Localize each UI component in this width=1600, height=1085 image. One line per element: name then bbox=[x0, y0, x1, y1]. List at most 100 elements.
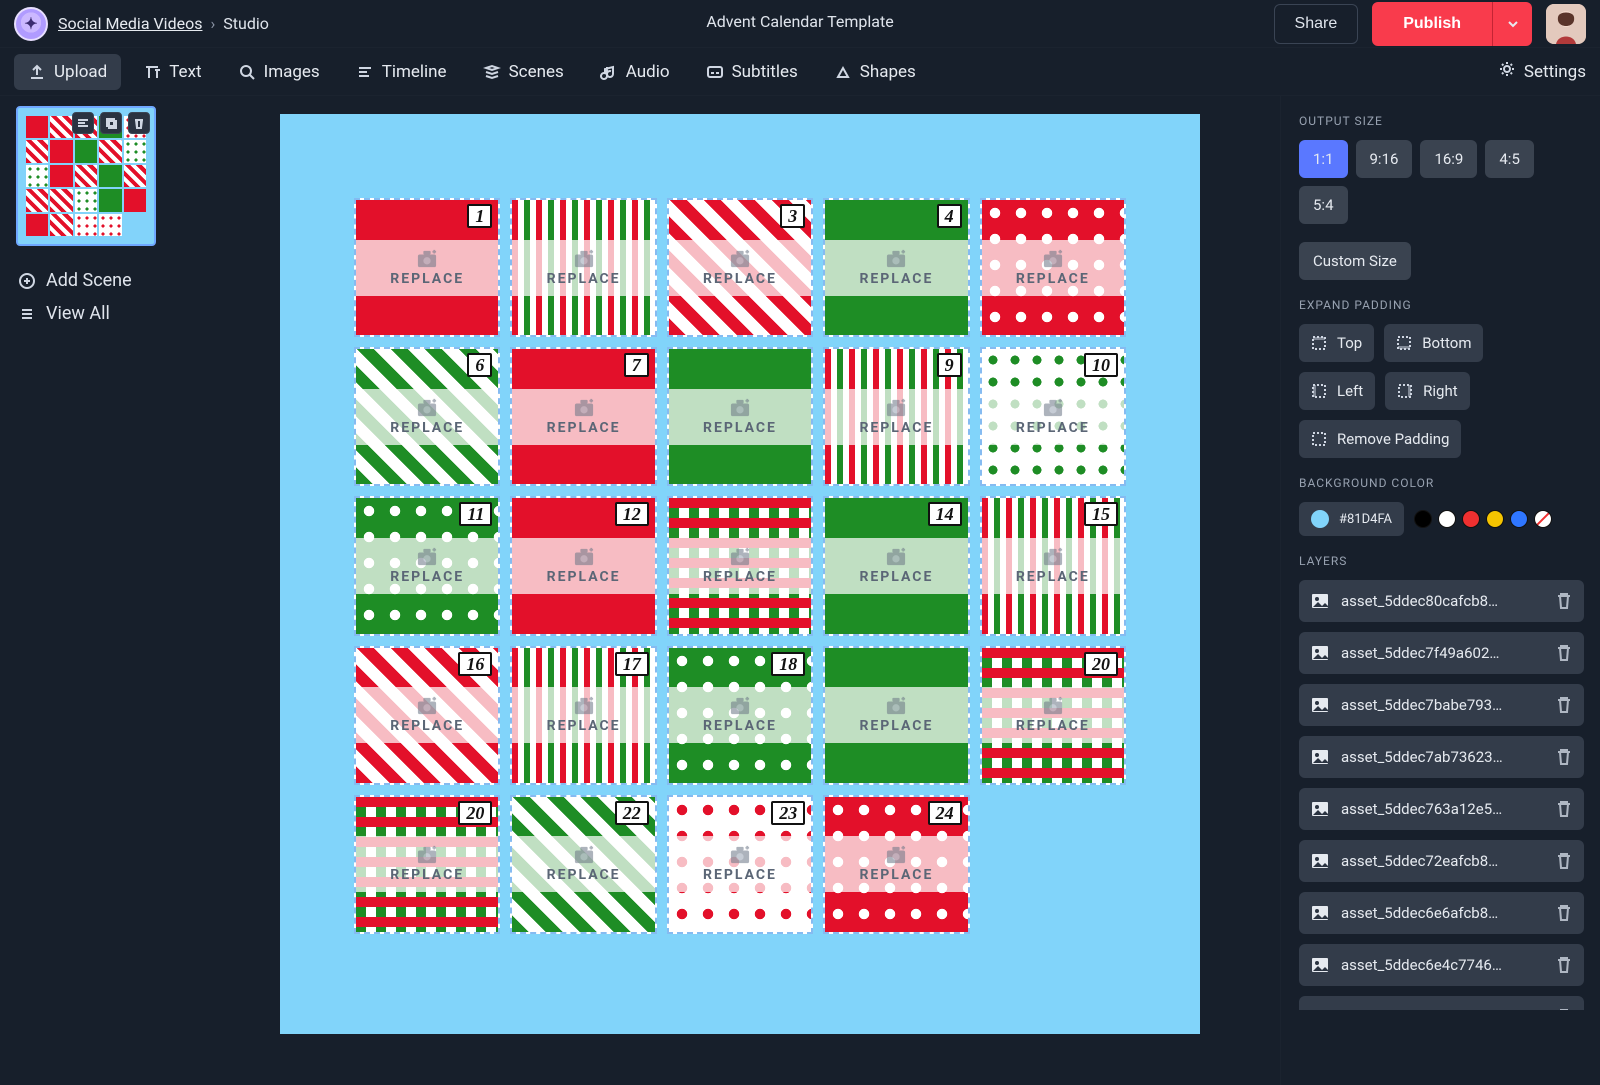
advent-tile[interactable]: REPLACE bbox=[980, 198, 1126, 337]
scene-thumbnail[interactable] bbox=[16, 106, 156, 246]
advent-tile[interactable]: REPLACE11 bbox=[354, 496, 500, 635]
scenes-tool[interactable]: Scenes bbox=[469, 54, 578, 90]
upload-button[interactable]: Upload bbox=[14, 54, 121, 90]
replace-overlay[interactable]: REPLACE bbox=[669, 538, 811, 594]
replace-overlay[interactable]: REPLACE bbox=[512, 538, 654, 594]
layer-row[interactable]: asset_5ddec6e39a602… bbox=[1299, 996, 1584, 1010]
settings-button[interactable]: Settings bbox=[1498, 60, 1586, 83]
replace-overlay[interactable]: REPLACE bbox=[982, 240, 1124, 296]
replace-overlay[interactable]: REPLACE bbox=[356, 687, 498, 743]
share-button[interactable]: Share bbox=[1274, 4, 1359, 44]
trash-icon[interactable] bbox=[1556, 800, 1572, 818]
replace-overlay[interactable]: REPLACE bbox=[669, 836, 811, 892]
add-scene-button[interactable]: Add Scene bbox=[16, 264, 188, 297]
replace-overlay[interactable]: REPLACE bbox=[825, 538, 967, 594]
advent-tile[interactable]: REPLACE10 bbox=[980, 347, 1126, 486]
advent-tile[interactable]: REPLACE17 bbox=[510, 646, 656, 785]
publish-button[interactable]: Publish bbox=[1372, 2, 1492, 46]
thumbnail-delete-icon[interactable] bbox=[128, 112, 150, 134]
replace-overlay[interactable]: REPLACE bbox=[356, 538, 498, 594]
replace-overlay[interactable]: REPLACE bbox=[512, 687, 654, 743]
ratio-chip-5-4[interactable]: 5:4 bbox=[1299, 186, 1348, 224]
advent-tile[interactable]: REPLACE12 bbox=[510, 496, 656, 635]
trash-icon[interactable] bbox=[1556, 644, 1572, 662]
palette-swatch[interactable] bbox=[1510, 510, 1528, 528]
replace-overlay[interactable]: REPLACE bbox=[982, 687, 1124, 743]
trash-icon[interactable] bbox=[1556, 748, 1572, 766]
advent-tile[interactable]: REPLACE bbox=[667, 347, 813, 486]
advent-tile[interactable]: REPLACE9 bbox=[823, 347, 969, 486]
replace-overlay[interactable]: REPLACE bbox=[512, 240, 654, 296]
replace-overlay[interactable]: REPLACE bbox=[982, 538, 1124, 594]
pad-right-button[interactable]: Right bbox=[1385, 372, 1469, 410]
breadcrumb-root-link[interactable]: Social Media Videos bbox=[58, 14, 202, 33]
pad-bottom-button[interactable]: Bottom bbox=[1384, 324, 1483, 362]
remove-padding-button[interactable]: Remove Padding bbox=[1299, 420, 1461, 458]
advent-tile[interactable]: REPLACE1 bbox=[354, 198, 500, 337]
trash-icon[interactable] bbox=[1556, 592, 1572, 610]
advent-tile[interactable]: REPLACE bbox=[667, 496, 813, 635]
replace-overlay[interactable]: REPLACE bbox=[512, 389, 654, 445]
palette-swatch[interactable] bbox=[1414, 510, 1432, 528]
timeline-tool[interactable]: Timeline bbox=[342, 54, 461, 90]
palette-swatch[interactable] bbox=[1534, 510, 1552, 528]
trash-icon[interactable] bbox=[1556, 1008, 1572, 1010]
pad-top-button[interactable]: Top bbox=[1299, 324, 1374, 362]
replace-overlay[interactable]: REPLACE bbox=[512, 836, 654, 892]
thumbnail-actions-icon[interactable] bbox=[72, 112, 94, 134]
advent-tile[interactable]: REPLACE23 bbox=[667, 795, 813, 934]
advent-tile[interactable]: REPLACE6 bbox=[354, 347, 500, 486]
view-all-button[interactable]: View All bbox=[16, 297, 188, 330]
advent-tile[interactable]: REPLACE bbox=[510, 198, 656, 337]
publish-menu-chevron[interactable] bbox=[1492, 2, 1532, 46]
layer-row[interactable]: asset_5ddec763a12e5… bbox=[1299, 788, 1584, 830]
advent-tile[interactable]: REPLACE15 bbox=[980, 496, 1126, 635]
layer-row[interactable]: asset_5ddec72eafcb8… bbox=[1299, 840, 1584, 882]
replace-overlay[interactable]: REPLACE bbox=[669, 240, 811, 296]
replace-overlay[interactable]: REPLACE bbox=[356, 389, 498, 445]
replace-overlay[interactable]: REPLACE bbox=[825, 687, 967, 743]
palette-swatch[interactable] bbox=[1486, 510, 1504, 528]
trash-icon[interactable] bbox=[1556, 904, 1572, 922]
shapes-tool[interactable]: Shapes bbox=[820, 54, 930, 90]
advent-tile[interactable]: REPLACE16 bbox=[354, 646, 500, 785]
advent-tile[interactable]: REPLACE bbox=[823, 646, 969, 785]
custom-size-button[interactable]: Custom Size bbox=[1299, 242, 1411, 280]
replace-overlay[interactable]: REPLACE bbox=[356, 836, 498, 892]
replace-overlay[interactable]: REPLACE bbox=[669, 687, 811, 743]
advent-tile[interactable]: REPLACE20 bbox=[980, 646, 1126, 785]
avatar[interactable] bbox=[1546, 4, 1586, 44]
layer-row[interactable]: asset_5ddec7ab73623… bbox=[1299, 736, 1584, 778]
advent-tile[interactable]: REPLACE20 bbox=[354, 795, 500, 934]
canvas[interactable]: REPLACE1REPLACEREPLACE3REPLACE4REPLACERE… bbox=[280, 114, 1200, 1034]
replace-overlay[interactable]: REPLACE bbox=[825, 389, 967, 445]
replace-overlay[interactable]: REPLACE bbox=[982, 389, 1124, 445]
palette-swatch[interactable] bbox=[1438, 510, 1456, 528]
replace-overlay[interactable]: REPLACE bbox=[356, 240, 498, 296]
thumbnail-duplicate-icon[interactable] bbox=[100, 112, 122, 134]
pad-left-button[interactable]: Left bbox=[1299, 372, 1375, 410]
ratio-chip-16-9[interactable]: 16:9 bbox=[1420, 140, 1477, 178]
advent-tile[interactable]: REPLACE24 bbox=[823, 795, 969, 934]
advent-tile[interactable]: REPLACE18 bbox=[667, 646, 813, 785]
subtitles-tool[interactable]: Subtitles bbox=[692, 54, 812, 90]
advent-tile[interactable]: REPLACE4 bbox=[823, 198, 969, 337]
replace-overlay[interactable]: REPLACE bbox=[825, 836, 967, 892]
audio-tool[interactable]: Audio bbox=[586, 54, 684, 90]
layer-row[interactable]: asset_5ddec7f49a602… bbox=[1299, 632, 1584, 674]
layer-row[interactable]: asset_5ddec6e4c7746… bbox=[1299, 944, 1584, 986]
replace-overlay[interactable]: REPLACE bbox=[825, 240, 967, 296]
ratio-chip-1-1[interactable]: 1:1 bbox=[1299, 140, 1348, 178]
ratio-chip-4-5[interactable]: 4:5 bbox=[1485, 140, 1534, 178]
layer-row[interactable]: asset_5ddec80cafcb8… bbox=[1299, 580, 1584, 622]
replace-overlay[interactable]: REPLACE bbox=[669, 389, 811, 445]
background-color-chip[interactable]: #81D4FA bbox=[1299, 502, 1404, 536]
text-tool[interactable]: Text bbox=[129, 54, 215, 90]
trash-icon[interactable] bbox=[1556, 956, 1572, 974]
advent-tile[interactable]: REPLACE14 bbox=[823, 496, 969, 635]
layer-row[interactable]: asset_5ddec6e6afcb8… bbox=[1299, 892, 1584, 934]
trash-icon[interactable] bbox=[1556, 852, 1572, 870]
advent-tile[interactable]: REPLACE3 bbox=[667, 198, 813, 337]
ratio-chip-9-16[interactable]: 9:16 bbox=[1356, 140, 1413, 178]
advent-tile[interactable]: REPLACE22 bbox=[510, 795, 656, 934]
